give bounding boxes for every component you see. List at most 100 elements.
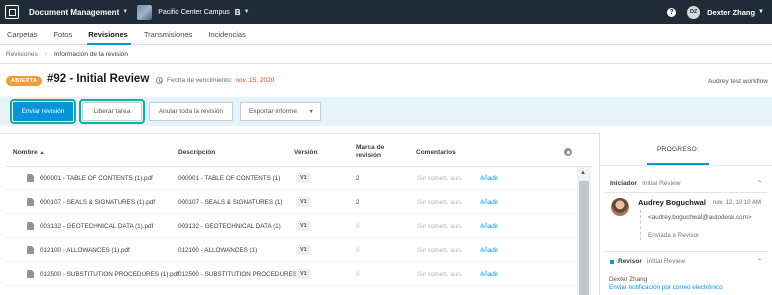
breadcrumb-reviews-link[interactable]: Revisiones: [6, 51, 38, 58]
scrollbar-thumb[interactable]: [579, 181, 589, 295]
due-label: Fecha de vencimiento:: [167, 77, 233, 84]
reviewer-label: Revisor: [618, 258, 642, 265]
version-badge[interactable]: V1: [296, 197, 311, 207]
initiator-section-header[interactable]: Iniciador Initial Review: [610, 180, 680, 187]
submit-review-button[interactable]: Enviar revisión: [10, 99, 76, 124]
tab-reviews[interactable]: Revisiones: [81, 24, 137, 45]
add-comment-link[interactable]: Añadir: [480, 262, 498, 286]
version-cell: V1: [296, 262, 311, 286]
app-switcher[interactable]: Document Management: [29, 8, 119, 17]
reviewer-step: Initial Review: [646, 258, 686, 265]
app-logo-icon[interactable]: [5, 5, 19, 19]
project-selector[interactable]: Pacific Center Campus: [158, 9, 230, 16]
version-badge[interactable]: V1: [296, 221, 311, 231]
file-name-cell[interactable]: 012500 - SUBSTITUTION PROCEDURES (1).pdf: [27, 262, 179, 286]
chevron-down-icon[interactable]: ▼: [758, 9, 764, 15]
description-cell: 012500 - SUBSTITUTION PROCEDURES (1): [178, 270, 307, 278]
review-mark-cell: 2: [356, 198, 360, 206]
column-header-name[interactable]: Nombre ▲: [13, 149, 45, 157]
chevron-down-icon[interactable]: ▼: [122, 9, 128, 15]
add-comment-link[interactable]: Añadir: [480, 166, 498, 190]
review-mark-cell: 2: [356, 174, 360, 182]
divider: [604, 192, 768, 193]
status-badge: ABIERTA: [6, 76, 43, 86]
review-mark-cell: 0: [356, 222, 360, 230]
release-task-button[interactable]: Liberar tarea: [79, 99, 145, 124]
void-review-button[interactable]: Anular toda la revisión: [149, 102, 233, 121]
comments-cell: Sin comen. aún.: [417, 246, 463, 254]
pdf-file-icon: [27, 222, 34, 230]
file-name-cell[interactable]: 003132 - GEOTECHNICAL DATA (1).pdf: [27, 214, 153, 238]
file-name-cell[interactable]: 012100 - ALLOWANCES (1).pdf: [27, 238, 130, 262]
description-cell: 003132 - GEOTECHNICAL DATA (1): [178, 222, 281, 230]
workflow-name: Audrey test workflow: [708, 78, 768, 85]
add-comment-link[interactable]: Añadir: [480, 190, 498, 214]
version-cell: V1: [296, 238, 311, 262]
tab-transmittals[interactable]: Transmisiones: [137, 24, 202, 44]
table-row[interactable]: 000107 - SEALS & SIGNATURES (1).pdf 0001…: [6, 190, 574, 214]
scroll-up-icon[interactable]: ▲: [580, 170, 586, 176]
due-date: Fecha de vencimiento: nov. 15, 2020: [156, 77, 274, 84]
reviewer-name: Dexter Zhang: [609, 276, 648, 283]
pdf-file-icon: [27, 246, 34, 254]
column-header-version[interactable]: Versión: [294, 149, 317, 157]
initiator-email: <audrey.boguchwal@autodesk.com>: [648, 214, 752, 221]
initiator-timestamp: nov. 12, 10:10 AM: [713, 200, 761, 206]
due-date-value: nov. 15, 2020: [235, 77, 275, 84]
divider: [0, 63, 772, 64]
chevron-up-icon[interactable]: ⌃: [757, 258, 762, 265]
version-cell: V1: [296, 166, 311, 190]
table-row[interactable]: 003132 - GEOTECHNICAL DATA (1).pdf 00313…: [6, 214, 574, 238]
reviewer-section-header[interactable]: Revisor Initial Review: [610, 258, 685, 265]
file-name-cell[interactable]: 000107 - SEALS & SIGNATURES (1).pdf: [27, 190, 155, 214]
top-bar: Document Management ▼ Pacific Center Cam…: [0, 0, 772, 24]
project-thumbnail[interactable]: [137, 4, 153, 20]
initiator-action: Enviada a Revisor: [648, 232, 700, 239]
column-header-description[interactable]: Descripción: [178, 149, 215, 157]
description-cell: 000107 - SEALS & SIGNATURES (1): [178, 198, 283, 206]
export-report-label: Exportar informe: [249, 108, 298, 115]
initiator-name: Audrey Boguchwal: [638, 198, 706, 207]
column-header-mark[interactable]: Marca de revisión: [356, 144, 384, 160]
clock-icon: [156, 77, 163, 84]
tab-photos[interactable]: Fotos: [46, 24, 81, 44]
comments-cell: Sin comen. aún.: [417, 270, 463, 278]
add-comment-link[interactable]: Añadir: [480, 238, 498, 262]
module-tabs: Carpetas Fotos Revisiones Transmisiones …: [0, 24, 772, 45]
progress-tab[interactable]: PROGRESO:: [657, 146, 699, 153]
breadcrumb-current: Información de la revisión: [53, 51, 129, 58]
description-cell: 012100 - ALLOWANCES (1): [178, 246, 258, 254]
pdf-file-icon: [27, 198, 34, 206]
table-row[interactable]: 000001 - TABLE OF CONTENTS (1).pdf 00000…: [6, 166, 574, 190]
version-cell: V1: [296, 190, 311, 214]
add-comment-link[interactable]: Añadir: [480, 214, 498, 238]
user-menu[interactable]: Dexter Zhang: [707, 8, 755, 17]
table-row[interactable]: 012500 - SUBSTITUTION PROCEDURES (1).pdf…: [6, 262, 574, 286]
avatar[interactable]: DZ: [687, 5, 701, 19]
tab-issues[interactable]: Incidencias: [201, 24, 255, 44]
sort-ascending-icon[interactable]: ▲: [40, 150, 45, 156]
gear-icon[interactable]: [564, 148, 572, 156]
file-name-cell[interactable]: 000001 - TABLE OF CONTENTS (1).pdf: [27, 166, 153, 190]
status-dot-icon: [610, 259, 614, 264]
project-badge: B: [234, 7, 241, 17]
column-header-comments[interactable]: Comentarios: [416, 149, 456, 157]
initiator-step: Initial Review: [642, 180, 681, 187]
breadcrumb-separator: ›: [44, 51, 47, 58]
page-title: #92 - Initial Review: [47, 73, 150, 85]
initiator-label: Iniciador: [610, 180, 638, 187]
tab-folders[interactable]: Carpetas: [0, 24, 46, 44]
chevron-up-icon[interactable]: ⌃: [757, 180, 762, 187]
send-email-notification-link[interactable]: Enviar notificación por correo electróni…: [609, 284, 723, 291]
divider: [604, 251, 768, 252]
chevron-down-icon: ▼: [308, 108, 314, 115]
help-icon[interactable]: ?: [667, 7, 677, 17]
version-badge[interactable]: V1: [296, 269, 311, 279]
chevron-down-icon[interactable]: ▼: [244, 9, 250, 15]
version-badge[interactable]: V1: [296, 173, 311, 183]
timeline-connector: [640, 210, 641, 240]
version-badge[interactable]: V1: [296, 245, 311, 255]
export-report-dropdown[interactable]: Exportar informe ▼: [240, 102, 321, 121]
table-row[interactable]: 012100 - ALLOWANCES (1).pdf 012100 - ALL…: [6, 238, 574, 262]
breadcrumb: Revisiones › Información de la revisión: [6, 51, 128, 58]
